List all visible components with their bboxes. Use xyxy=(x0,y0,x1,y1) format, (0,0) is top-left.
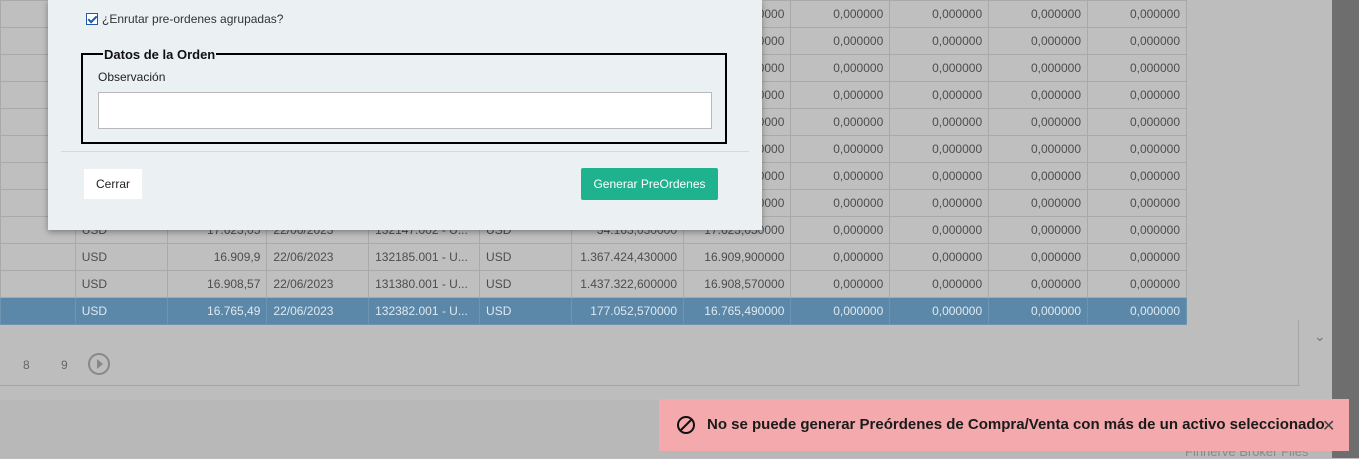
table-cell: 0,000000 xyxy=(988,162,1088,190)
table-cell: 0,000000 xyxy=(790,162,891,190)
table-cell: 0,000000 xyxy=(988,270,1088,298)
observation-label: Observación xyxy=(98,70,166,84)
table-cell: 0,000000 xyxy=(889,243,990,271)
table-cell: USD xyxy=(74,270,168,298)
table-cell: 0,000000 xyxy=(988,243,1088,271)
table-cell: 0,000000 xyxy=(889,216,990,244)
table-cell: 0,000000 xyxy=(790,108,891,136)
table-cell: 0,000000 xyxy=(1087,0,1187,28)
scroll-down-icon[interactable]: ⌄ xyxy=(1314,328,1326,345)
table-cell: 16.908,57 xyxy=(166,270,268,298)
panel-border xyxy=(1298,320,1299,386)
table-cell: 16.765,49 xyxy=(166,297,268,325)
table-cell: 0,000000 xyxy=(790,243,891,271)
table-cell: 0,000000 xyxy=(1087,162,1187,190)
right-sidebar xyxy=(1332,0,1359,458)
table-cell: 0,000000 xyxy=(889,27,990,55)
panel-divider xyxy=(0,385,1300,386)
table-cell: 0,000000 xyxy=(988,297,1088,325)
toast-message: No se puede generar Preórdenes de Compra… xyxy=(707,416,1325,433)
table-cell: 0,000000 xyxy=(1087,189,1187,217)
table-cell: 0,000000 xyxy=(790,27,891,55)
table-cell: 0,000000 xyxy=(1087,108,1187,136)
group-orders-checkbox[interactable] xyxy=(86,13,98,25)
table-cell: 0,000000 xyxy=(790,216,891,244)
table-cell: 0,000000 xyxy=(1087,135,1187,163)
table-cell: 0,000000 xyxy=(988,0,1088,28)
table-cell: 1.367.424,430000 xyxy=(570,243,685,271)
table-cell: 0,000000 xyxy=(1087,27,1187,55)
table-cell: 0,000000 xyxy=(790,135,891,163)
next-page-icon[interactable] xyxy=(88,353,110,375)
table-cell: 22/06/2023 xyxy=(266,297,370,325)
table-cell: 0,000000 xyxy=(889,0,990,28)
table-cell xyxy=(0,297,76,325)
table-cell xyxy=(0,270,76,298)
table-cell: 0,000000 xyxy=(1087,270,1187,298)
table-cell xyxy=(0,243,76,271)
table-cell: 0,000000 xyxy=(988,81,1088,109)
table-cell: 0,000000 xyxy=(889,270,990,298)
table-row[interactable]: USD 16.908,57 22/06/2023 131380.001 - U... U… xyxy=(0,270,1187,298)
table-cell: 0,000000 xyxy=(790,297,891,325)
table-cell: USD xyxy=(479,270,572,298)
error-toast: No se puede generar Preórdenes de Compra… xyxy=(659,399,1349,451)
preorder-modal: ¿Enrutar pre-ordenes agrupadas? Datos de… xyxy=(48,0,762,230)
table-cell: USD xyxy=(479,243,572,271)
table-cell: 0,000000 xyxy=(1087,243,1187,271)
table-cell: 0,000000 xyxy=(790,0,891,28)
grid-right-area xyxy=(1187,0,1332,390)
ban-icon xyxy=(677,416,695,434)
table-cell: USD xyxy=(74,243,168,271)
table-cell: 0,000000 xyxy=(889,81,990,109)
table-cell: 0,000000 xyxy=(988,54,1088,82)
table-cell: 16.909,900000 xyxy=(683,243,792,271)
table-cell: 16.765,490000 xyxy=(683,297,792,325)
table-cell: 132382.001 - U... xyxy=(368,297,481,325)
group-orders-row[interactable]: ¿Enrutar pre-ordenes agrupadas? xyxy=(86,12,283,26)
table-cell: 0,000000 xyxy=(790,270,891,298)
table-cell: 0,000000 xyxy=(1087,216,1187,244)
table-cell: 0,000000 xyxy=(889,189,990,217)
fieldset-legend: Datos de la Orden xyxy=(103,47,217,62)
table-cell: 0,000000 xyxy=(889,135,990,163)
table-cell: 132185.001 - U... xyxy=(368,243,481,271)
table-row[interactable]: USD 16.765,49 22/06/2023 132382.001 - U... U… xyxy=(0,297,1187,325)
table-cell: USD xyxy=(74,297,168,325)
table-cell: 131380.001 - U... xyxy=(368,270,481,298)
generate-preorders-button[interactable]: Generar PreOrdenes xyxy=(581,168,718,200)
page-9-link[interactable]: 9 xyxy=(61,358,68,372)
table-cell: 0,000000 xyxy=(790,54,891,82)
table-cell: 177.052,570000 xyxy=(570,297,685,325)
table-cell: 0,000000 xyxy=(790,81,891,109)
table-cell: 0,000000 xyxy=(988,27,1088,55)
table-cell: 0,000000 xyxy=(889,297,990,325)
table-cell: USD xyxy=(479,297,572,325)
table-cell: 22/06/2023 xyxy=(266,243,370,271)
group-orders-label: ¿Enrutar pre-ordenes agrupadas? xyxy=(102,12,284,26)
close-icon[interactable]: ✕ xyxy=(1322,416,1335,436)
order-data-fieldset: Datos de la Orden Observación xyxy=(81,47,727,144)
table-cell: 0,000000 xyxy=(1087,81,1187,109)
table-cell: 0,000000 xyxy=(988,216,1088,244)
table-cell: 16.909,9 xyxy=(166,243,268,271)
table-cell: 16.908,570000 xyxy=(683,270,792,298)
close-button[interactable]: Cerrar xyxy=(84,169,142,199)
modal-divider xyxy=(61,151,749,152)
table-cell: 0,000000 xyxy=(1087,54,1187,82)
table-cell: 1.437.322,600000 xyxy=(570,270,685,298)
table-cell: 0,000000 xyxy=(889,108,990,136)
page-8-link[interactable]: 8 xyxy=(23,358,30,372)
table-cell: 0,000000 xyxy=(1087,297,1187,325)
table-cell: 0,000000 xyxy=(988,135,1088,163)
table-cell: 0,000000 xyxy=(889,162,990,190)
table-cell: 0,000000 xyxy=(988,108,1088,136)
table-cell: 0,000000 xyxy=(889,54,990,82)
table-cell: 22/06/2023 xyxy=(266,270,370,298)
observation-input[interactable] xyxy=(98,92,712,129)
table-cell: 0,000000 xyxy=(988,189,1088,217)
table-cell: 0,000000 xyxy=(790,189,891,217)
table-row[interactable]: USD 16.909,9 22/06/2023 132185.001 - U... US… xyxy=(0,243,1187,271)
